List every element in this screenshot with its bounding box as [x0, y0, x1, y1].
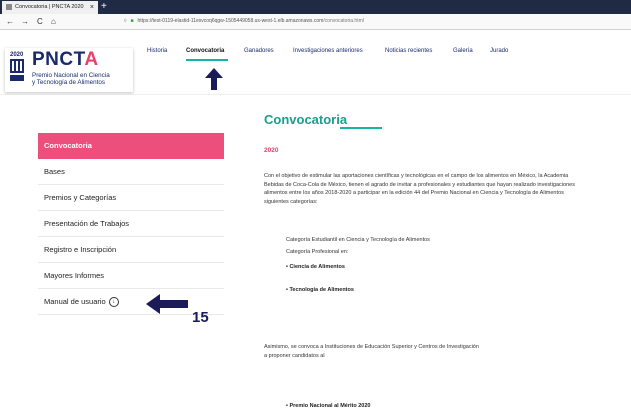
paragraph-line: Asimismo, se convoca a Instituciones de …	[264, 344, 479, 350]
site-logo[interactable]: 2020 PNCTA Premio Nacional en Ciencia y …	[5, 48, 133, 92]
sidebar-item-informes[interactable]: Mayores Informes	[38, 263, 224, 289]
download-icon[interactable]: ↓	[108, 297, 119, 308]
close-tab-icon[interactable]: ×	[90, 1, 94, 14]
lock-icon: ■	[130, 18, 134, 24]
sidebar-item-label: Premios y Categorías	[44, 193, 117, 202]
logo-title: PNCTA	[32, 49, 99, 71]
paragraph-line: Con el objetivo de estimular las aportac…	[264, 173, 569, 179]
sidebar-item-convocatoria[interactable]: Convocatoria	[38, 133, 224, 159]
browser-tab-bar: Convocatoria | PNCTA 2020 × +	[0, 0, 631, 14]
sidebar-item-label: Manual de usuario	[44, 297, 106, 306]
paragraph-line: a proponer candidatos al	[264, 352, 325, 359]
logo-subtitle-line: y Tecnología de Alimentos	[32, 79, 106, 86]
active-nav-underline	[186, 59, 228, 61]
tab-title: Convocatoria | PNCTA 2020	[15, 4, 84, 10]
sidebar-item-label: Registro e Inscripción	[44, 245, 117, 254]
logo-subtitle: Premio Nacional en Ciencia y Tecnología …	[32, 72, 132, 86]
nav-noticias-recientes[interactable]: Noticias recientes	[385, 48, 432, 54]
intro-paragraph: Con el objetivo de estimular las aportac…	[264, 172, 631, 206]
sidebar-item-presentacion[interactable]: Presentación de Trabajos	[38, 211, 224, 237]
category-student: Categoría Estudiantil en Ciencia y Tecno…	[286, 237, 430, 243]
sidebar-item-registro[interactable]: Registro e Inscripción	[38, 237, 224, 263]
sidebar-item-label: Convocatoria	[44, 141, 92, 150]
nav-ganadores[interactable]: Ganadores	[244, 48, 274, 54]
nav-investigaciones-anteriores[interactable]: Investigaciones anteriores	[293, 48, 363, 54]
browser-tab[interactable]: Convocatoria | PNCTA 2020 ×	[2, 1, 98, 14]
nav-historia[interactable]: Historia	[147, 48, 167, 54]
title-underline	[340, 127, 382, 129]
sidebar-item-premios[interactable]: Premios y Categorías	[38, 185, 224, 211]
paragraph-line: siguientes categorías:	[264, 198, 318, 205]
address-bar[interactable]: ◊ ■ https://test-0119-elastid-11esvcoq6qgw…	[124, 16, 604, 27]
page-title: Convocatoria	[264, 112, 348, 127]
reload-button[interactable]: C	[37, 14, 43, 29]
url-main: https://test-0119-elastid-11esvcoq6qgw-1…	[137, 18, 324, 24]
back-button[interactable]: ←	[6, 14, 14, 29]
nav-convocatoria[interactable]: Convocatoria	[186, 48, 224, 54]
sidebar-item-label: Bases	[44, 167, 65, 176]
category-professional: Categoría Profesional en:	[286, 249, 349, 255]
bullet-ciencia: • Ciencia de Alimentos	[286, 264, 345, 270]
bullet-tecnologia: • Tecnología de Alimentos	[286, 287, 354, 293]
forward-button[interactable]: →	[21, 14, 29, 29]
logo-emblem-icon	[10, 59, 24, 81]
nav-galeria[interactable]: Galería	[453, 48, 473, 54]
sidebar-item-label: Mayores Informes	[44, 271, 105, 280]
logo-year: 2020	[10, 52, 24, 58]
sidebar-item-label: Presentación de Trabajos	[44, 219, 130, 228]
nav-jurado[interactable]: Jurado	[490, 48, 508, 54]
annotation-arrow-left-icon	[146, 294, 188, 314]
new-tab-button[interactable]: +	[101, 0, 107, 13]
annotation-15: 15	[192, 309, 209, 326]
logo-title-main: PNCT	[32, 49, 85, 70]
paragraph-line: Bebidas de Coca-Cola de México, tienen e…	[264, 181, 575, 188]
shield-icon: ◊	[124, 18, 127, 24]
paragraph-line: alimentos entre los años 2018-2020 a par…	[264, 190, 564, 196]
sidebar-item-bases[interactable]: Bases	[38, 159, 224, 185]
bullet-premio-merito: • Premio Nacional al Mérito 2020	[286, 403, 371, 409]
logo-subtitle-line: Premio Nacional en Ciencia	[32, 72, 110, 79]
logo-title-accent: A	[84, 49, 99, 70]
favicon-icon	[6, 3, 12, 10]
url-path: /convocatoria.html	[323, 18, 364, 24]
second-paragraph: Asimismo, se convoca a Instituciones de …	[264, 343, 631, 360]
page-year: 2020	[264, 147, 279, 154]
annotation-arrow-up-icon	[205, 68, 223, 90]
browser-nav-bar: ← → C ⌂ ◊ ■ https://test-0119-elastid-11es…	[0, 14, 631, 30]
home-button[interactable]: ⌂	[51, 14, 56, 29]
